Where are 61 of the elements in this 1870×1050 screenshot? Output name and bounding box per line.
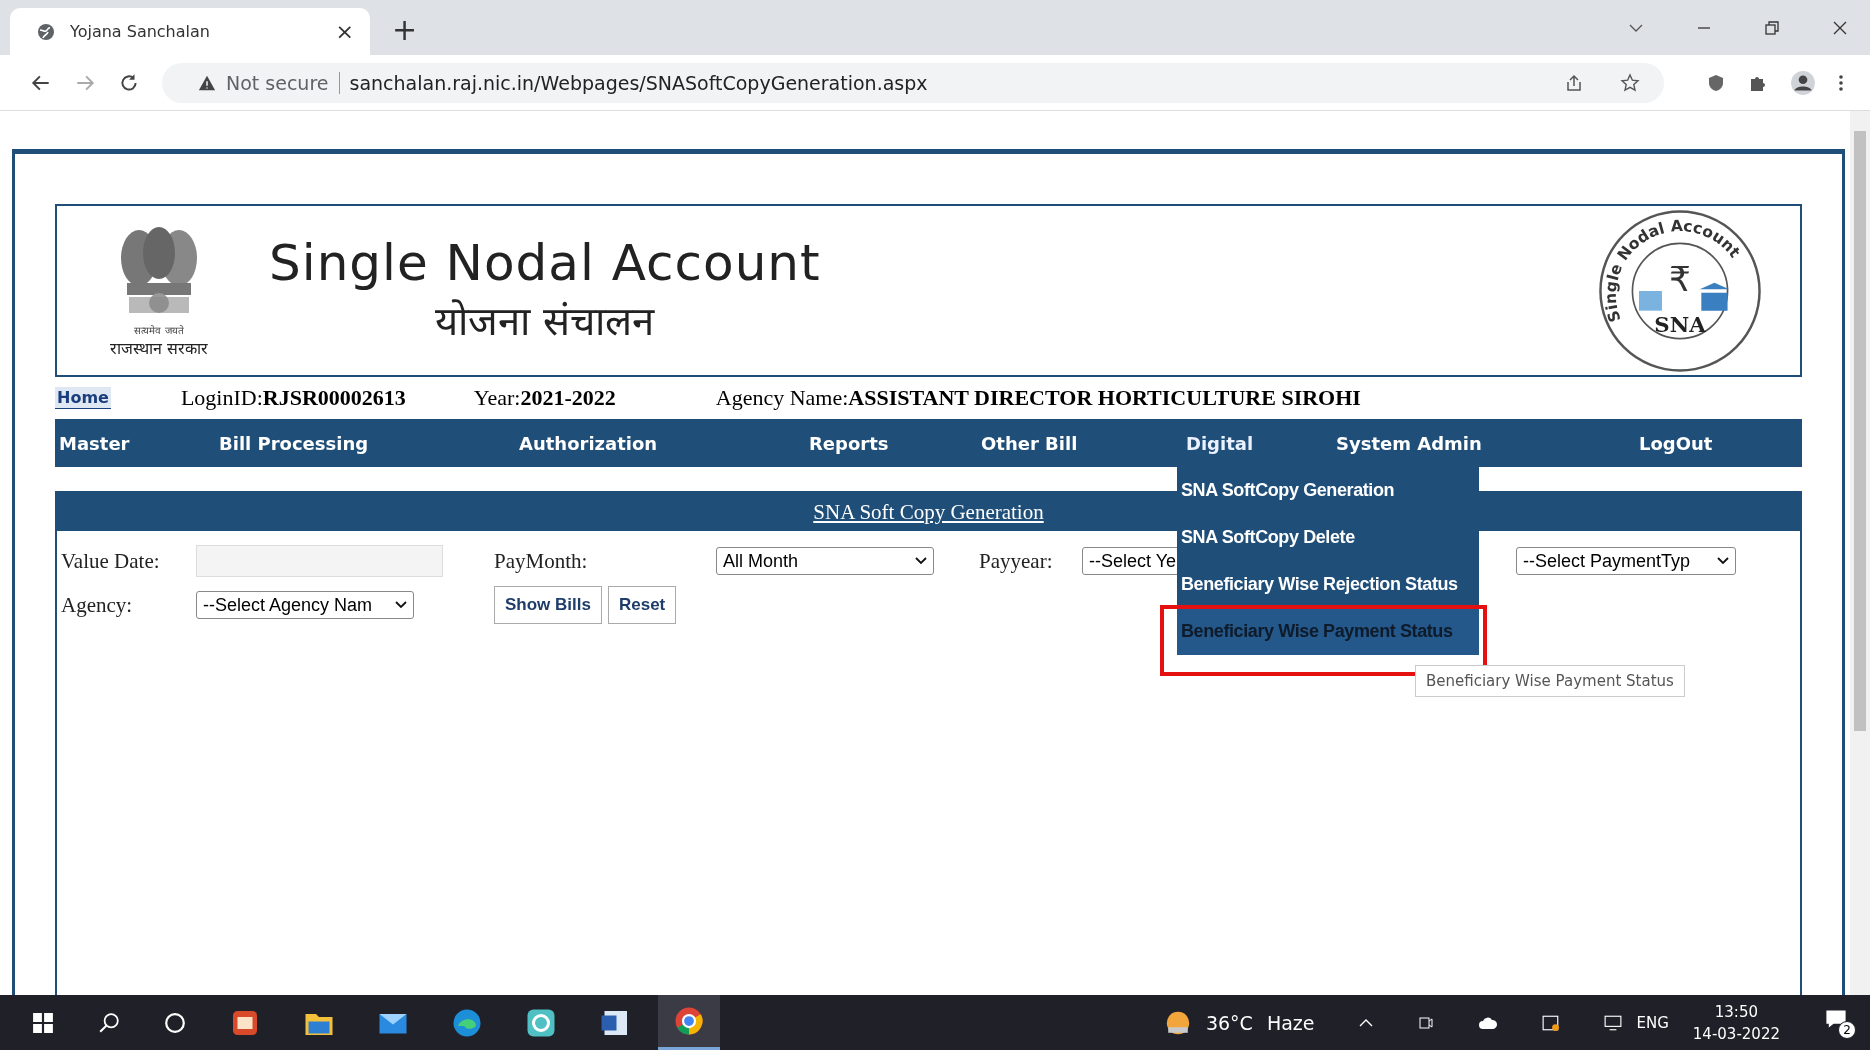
nav-item[interactable]: System Admin [1336, 432, 1639, 454]
field-label: Agency: [61, 592, 134, 618]
address-bar[interactable]: Not secure sanchalan.raj.nic.in/Webpages/SNASoftCopyGeneration.aspx [162, 62, 1664, 103]
date-input[interactable] [196, 545, 443, 577]
security-label: Not secure [226, 71, 329, 94]
meet-icon[interactable] [1418, 1014, 1435, 1031]
emblem-caption: राजस्थान सरकार [109, 337, 209, 359]
star-icon[interactable] [1620, 72, 1640, 93]
profile-icon[interactable] [1790, 69, 1816, 96]
tray-app-icon[interactable] [1542, 1013, 1561, 1032]
scrollbar[interactable] [1850, 111, 1870, 995]
emblem-motto: सत्यमेव जयते [134, 323, 184, 337]
windows-icon[interactable] [32, 1011, 54, 1034]
network-icon[interactable] [1604, 1013, 1623, 1032]
form-button[interactable]: Show Bills [494, 586, 602, 624]
info-text: Year:2021-2022 [473, 385, 616, 411]
new-tab-button[interactable]: + [392, 12, 418, 47]
tooltip: Beneficiary Wise Payment Status [1415, 665, 1685, 697]
form-button[interactable]: Reset [607, 586, 677, 624]
month-select[interactable]: All Month [716, 547, 934, 575]
globe-icon [36, 21, 56, 42]
weather-text[interactable]: Haze [1266, 1011, 1315, 1034]
notification-count: 2 [1838, 1020, 1856, 1039]
nav-item[interactable]: Master [59, 432, 219, 454]
url-text: sanchalan.raj.nic.in/Webpages/SNASoftCopyGeneration.aspx [349, 71, 928, 94]
payment-type-select[interactable]: --Select PaymentTyp [1516, 547, 1736, 575]
menu-icon[interactable] [1838, 72, 1844, 93]
app-icon[interactable] [526, 1007, 556, 1038]
circle-icon[interactable] [164, 1011, 186, 1034]
field-label: PayMonth: [494, 548, 589, 574]
nav-item[interactable]: LogOut [1639, 432, 1802, 454]
nav-item[interactable]: Digital [1186, 432, 1336, 454]
restore-icon[interactable] [1764, 19, 1780, 36]
close-icon[interactable] [1832, 19, 1848, 36]
panel-title-link[interactable]: SNA Soft Copy Generation [813, 499, 1044, 525]
field-label: Payyear: [979, 548, 1054, 574]
browser-tab[interactable]: Yojana Sanchalan × [10, 8, 370, 55]
agency-select[interactable]: --Select Agency Nam [196, 591, 414, 619]
close-tab-button[interactable]: × [335, 19, 354, 44]
nav-item[interactable]: Other Bill [981, 432, 1186, 454]
language-indicator[interactable]: ENG [1636, 1013, 1669, 1032]
home-link[interactable]: Home [55, 387, 111, 409]
shield-icon[interactable] [1706, 72, 1726, 93]
share-icon[interactable] [1564, 72, 1584, 93]
chevron-icon [395, 601, 407, 609]
nav-item[interactable]: Authorization [519, 432, 809, 454]
temperature-text[interactable]: 36°C [1205, 1011, 1253, 1034]
menu-item[interactable]: SNA SoftCopy Generation [1177, 467, 1479, 514]
info-text: LoginID:RJSR00002613 [180, 385, 406, 411]
nav-item[interactable]: Bill Processing [219, 432, 519, 454]
info-text: Agency Name:ASSISTANT DIRECTOR HORTICULTURE SIROHI [715, 385, 1361, 411]
clock[interactable]: 13:50 14-03-2022 [1692, 1000, 1780, 1045]
tab-title: Yojana Sanchalan [70, 22, 211, 41]
chevron-icon [1717, 557, 1729, 565]
site-title: Single Nodal Account [269, 234, 821, 292]
search-icon[interactable] [98, 1011, 120, 1034]
site-subtitle: योजना संचालन [435, 297, 655, 346]
chrome-icon[interactable] [674, 1006, 704, 1036]
chevron-icon [915, 557, 927, 565]
field-label: Value Date: [61, 548, 161, 574]
nav-item[interactable]: Reports [809, 432, 981, 454]
